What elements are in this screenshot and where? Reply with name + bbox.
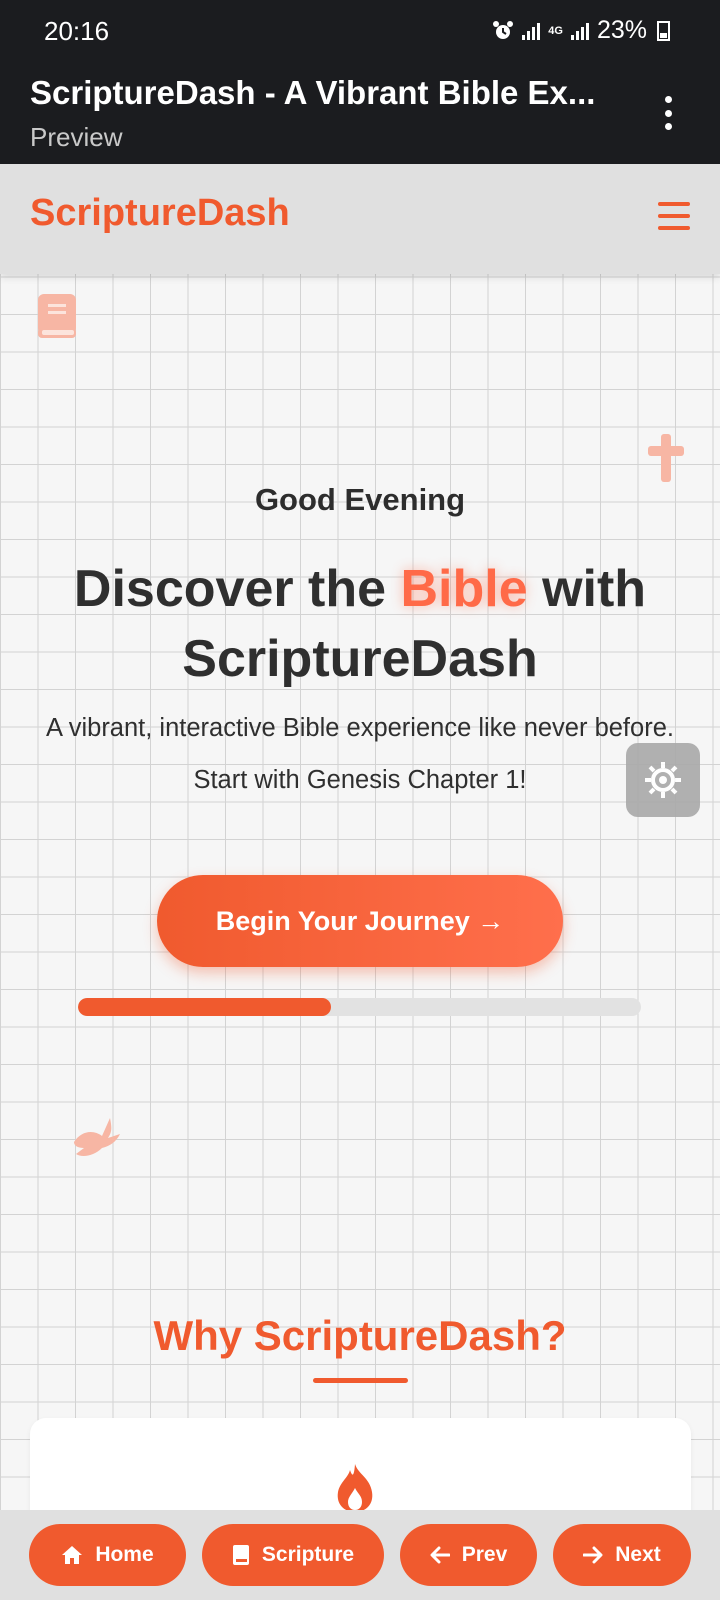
battery-icon (657, 20, 670, 41)
hero-headline: Discover the Bible with ScriptureDash (10, 554, 710, 694)
status-icons: 4G 23% (492, 16, 670, 45)
nav-scripture-label: Scripture (261, 1543, 355, 1566)
status-time: 20:16 (44, 16, 110, 46)
brand-logo[interactable]: ScriptureDash (30, 192, 290, 235)
greeting-text: Good Evening (254, 482, 466, 517)
headline-highlight: Bible (400, 560, 528, 618)
cross-icon (648, 434, 684, 482)
nav-home-button[interactable]: Home (29, 1524, 186, 1586)
reading-progress-bar (78, 998, 641, 1016)
progress-fill (78, 998, 332, 1016)
title-underline (313, 1378, 408, 1383)
more-options-icon[interactable] (662, 96, 674, 130)
site-navbar: ScriptureDash (0, 164, 720, 274)
menu-icon[interactable] (658, 202, 690, 230)
gear-icon (645, 762, 681, 798)
begin-journey-button[interactable]: Begin Your Journey → (157, 875, 563, 967)
headline-pre: Discover the (73, 560, 401, 618)
page-subtitle: Preview (30, 122, 123, 152)
nav-prev-label: Prev (461, 1543, 508, 1566)
app-bar: ScriptureDash - A Vibrant Bible Ex... Pr… (0, 64, 720, 164)
why-section-title: Why ScriptureDash? (153, 1312, 567, 1359)
nav-home-label: Home (95, 1543, 154, 1566)
book-icon (232, 1545, 249, 1565)
bottom-nav: Home Scripture Prev Next (0, 1510, 720, 1600)
dove-icon (74, 1118, 120, 1156)
signal-icon-2 (570, 22, 589, 40)
page-title: ScriptureDash - A Vibrant Bible Ex... (30, 74, 596, 111)
nav-scripture-button[interactable]: Scripture (202, 1524, 384, 1586)
nav-prev-button[interactable]: Prev (400, 1524, 537, 1586)
signal-icon (522, 22, 541, 40)
network-type: 4G (548, 24, 563, 37)
web-content: ScriptureDash Good Evening Discover the … (0, 164, 720, 1600)
arrow-right-icon (583, 1546, 603, 1564)
nav-next-label: Next (615, 1543, 661, 1566)
alarm-icon (493, 20, 514, 39)
arrow-left-icon (430, 1546, 450, 1564)
fire-icon (337, 1464, 373, 1512)
book-icon (38, 294, 76, 338)
home-icon (62, 1546, 83, 1564)
nav-next-button[interactable]: Next (553, 1524, 691, 1586)
battery-level: 23% (596, 16, 647, 44)
hero-description: A vibrant, interactive Bible experience … (46, 714, 674, 794)
status-bar: 20:16 4G 23% (0, 0, 720, 64)
settings-fab[interactable] (626, 743, 700, 817)
